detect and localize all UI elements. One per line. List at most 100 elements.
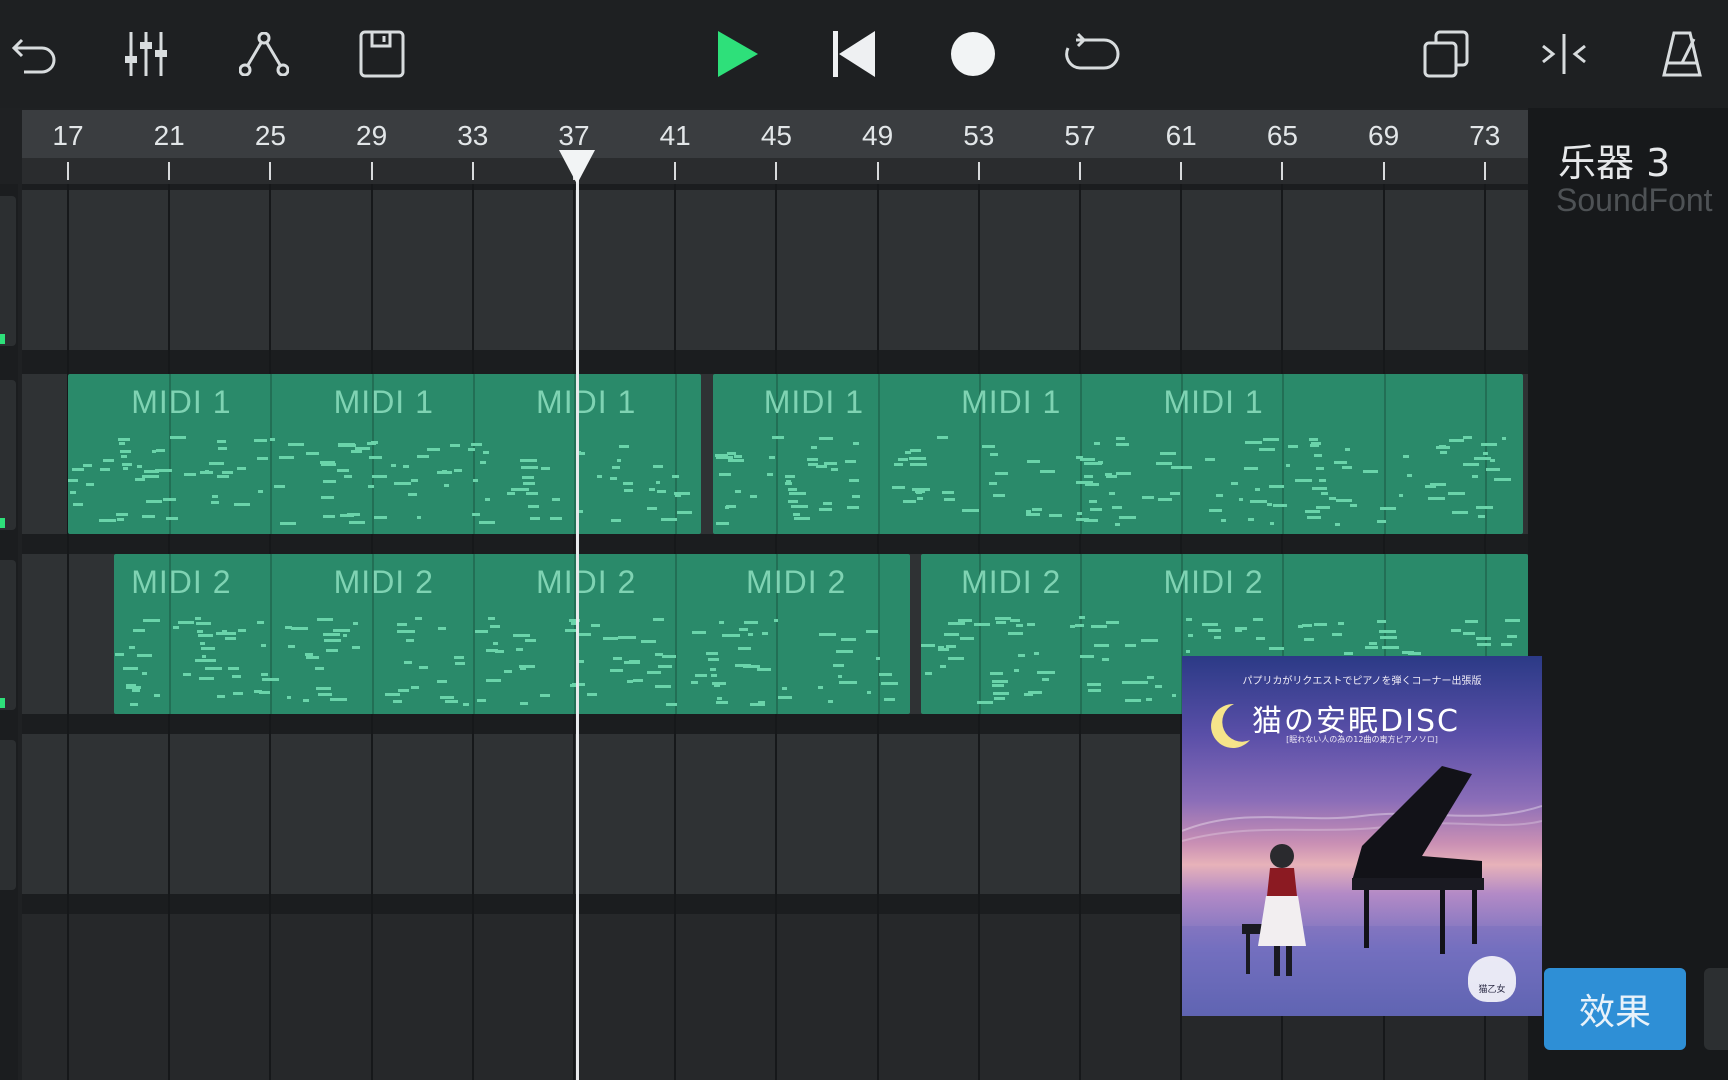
- midi-note: [1027, 459, 1040, 463]
- midi-note: [807, 458, 818, 462]
- ruler-tick: [370, 162, 373, 180]
- midi-note: [68, 478, 79, 482]
- automation-button[interactable]: [228, 18, 300, 90]
- track-header-2[interactable]: [0, 380, 16, 530]
- midi-note: [1243, 467, 1259, 471]
- midi-note: [178, 621, 195, 625]
- midi-note: [385, 693, 400, 697]
- play-button[interactable]: [701, 18, 773, 90]
- midi-note: [1158, 498, 1172, 502]
- midi-note: [72, 467, 85, 471]
- album-cover-image: パプリカがリクエストでピアノを弾くコーナー出張版 猫の安眠DISC [眠れない人…: [1182, 656, 1542, 1016]
- ruler-bar-label: 61: [1165, 120, 1197, 151]
- midi-note: [707, 657, 719, 661]
- record-button[interactable]: [937, 18, 1009, 90]
- midi-note: [1350, 503, 1358, 507]
- mixer-button[interactable]: [110, 18, 182, 90]
- midi-note: [520, 465, 538, 469]
- midi-note: [612, 466, 620, 470]
- track-header-4[interactable]: [0, 740, 16, 890]
- midi-note: [716, 522, 729, 526]
- midi-note: [99, 468, 111, 472]
- midi-note: [1098, 460, 1103, 464]
- midi-note: [564, 629, 576, 633]
- midi-note: [304, 652, 313, 656]
- midi-note: [734, 664, 752, 668]
- midi-note: [616, 459, 622, 463]
- midi-note: [1379, 630, 1396, 634]
- midi-note: [994, 471, 1008, 475]
- region-bar-separator: [270, 374, 273, 534]
- undo-button[interactable]: [0, 18, 72, 90]
- album-cover-logo: 猫乙女: [1468, 956, 1516, 1002]
- midi-note: [1262, 437, 1280, 441]
- midi-note: [654, 653, 664, 657]
- midi-note: [229, 631, 237, 635]
- midi-note: [654, 684, 671, 688]
- midi-note: [1504, 618, 1520, 622]
- midi-note: [343, 634, 348, 638]
- loop-button[interactable]: [1056, 18, 1128, 90]
- midi-note: [981, 445, 996, 449]
- midi-note: [260, 673, 269, 677]
- midi-note: [391, 463, 396, 467]
- midi-note: [690, 681, 698, 685]
- track-header-1[interactable]: [0, 196, 16, 346]
- midi-note: [511, 487, 529, 491]
- midi-note: [156, 448, 165, 452]
- midi-note: [1049, 513, 1062, 517]
- midi-note: [1306, 515, 1321, 519]
- midi-note: [665, 702, 678, 706]
- midi-note: [1364, 646, 1378, 650]
- rewind-to-start-button[interactable]: [818, 18, 890, 90]
- midi-note: [462, 703, 470, 707]
- midi-note: [835, 649, 853, 653]
- metronome-button[interactable]: [1646, 18, 1718, 90]
- midi-note: [1428, 496, 1445, 500]
- timeline-ruler[interactable]: 17 21 25 29 33 37 41 45 49 53 57 61 65 69 73: [22, 110, 1528, 158]
- midi-note: [504, 670, 512, 674]
- midi-note: [524, 639, 536, 643]
- midi-note: [1377, 619, 1386, 623]
- midi-note: [1116, 442, 1129, 446]
- midi-note: [734, 454, 742, 458]
- midi-note: [142, 619, 161, 623]
- midi-note: [781, 686, 787, 690]
- save-button[interactable]: [346, 18, 418, 90]
- timeline-ruler-ticks[interactable]: [22, 158, 1528, 184]
- midi-note: [1308, 438, 1318, 442]
- midi-note: [750, 702, 766, 706]
- ruler-tick: [1180, 162, 1183, 180]
- secondary-panel-button[interactable]: [1704, 968, 1728, 1050]
- split-button[interactable]: [1528, 18, 1600, 90]
- midi-note: [847, 506, 860, 510]
- midi-note: [1124, 699, 1142, 703]
- midi-note: [237, 629, 247, 633]
- midi-note: [632, 678, 643, 682]
- effects-button[interactable]: 效果: [1544, 968, 1686, 1050]
- midi-note: [714, 684, 721, 688]
- midi-note: [1076, 517, 1090, 521]
- midi-note: [943, 497, 956, 501]
- midi-note: [1334, 523, 1341, 527]
- midi-note: [118, 437, 130, 441]
- midi-note: [1076, 512, 1083, 516]
- midi-note: [849, 479, 859, 482]
- midi-note: [1288, 445, 1299, 449]
- midi-note: [1305, 509, 1320, 513]
- midi-note: [884, 698, 896, 702]
- midi-note: [960, 637, 974, 641]
- ruler-bar-label: 53: [963, 120, 995, 151]
- duplicate-button[interactable]: [1410, 18, 1482, 90]
- midi-note: [1140, 639, 1158, 643]
- midi-note: [1301, 623, 1313, 627]
- midi-note: [165, 516, 179, 520]
- playhead-handle[interactable]: [558, 150, 595, 184]
- midi-note: [1376, 519, 1387, 523]
- midi-note: [578, 659, 585, 663]
- midi-note: [990, 671, 1003, 675]
- midi-note: [141, 672, 148, 676]
- midi-note: [210, 501, 219, 505]
- album-cover-logo-text: 猫乙女: [1478, 985, 1506, 995]
- track-header-3[interactable]: [0, 560, 16, 710]
